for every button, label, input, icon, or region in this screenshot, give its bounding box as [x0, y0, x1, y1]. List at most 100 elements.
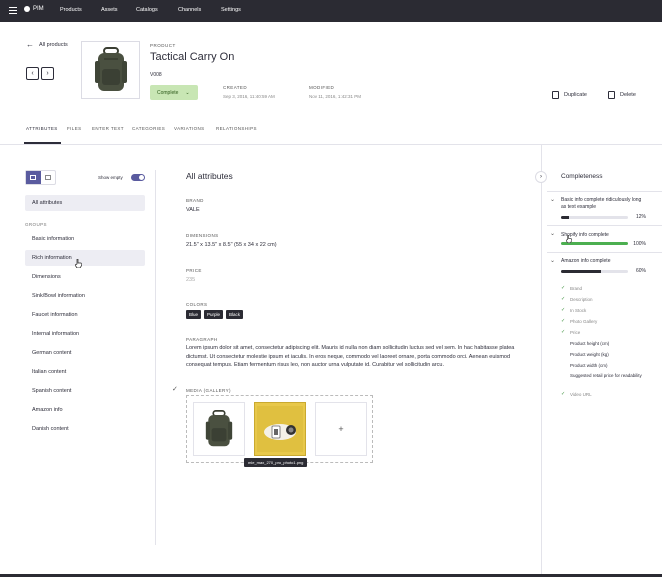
check-icon: ✓: [561, 329, 566, 335]
duplicate-button[interactable]: Duplicate: [552, 91, 587, 99]
colors-chips: Blue Purple Black: [186, 310, 244, 319]
tab-enter-text[interactable]: ENTER TEXT: [92, 126, 124, 131]
color-chip-blue[interactable]: Blue: [186, 310, 202, 319]
group-spanish-content[interactable]: Spanish content: [25, 383, 145, 399]
active-tab-indicator: [24, 142, 61, 144]
grid-view-button[interactable]: [41, 171, 56, 184]
amazon-attribute-item[interactable]: Photo Gallery: [570, 319, 642, 325]
brand-value[interactable]: VALE: [186, 207, 200, 213]
product-thumbnail: [81, 41, 140, 99]
progress-bar-amazon: [561, 270, 628, 273]
group-dimensions[interactable]: Dimensions: [25, 269, 145, 285]
color-chip-purple[interactable]: Purple: [204, 310, 224, 319]
group-basic-information[interactable]: Basic information: [25, 231, 145, 247]
price-label: PRICE: [186, 268, 202, 273]
nav-products[interactable]: Products: [60, 7, 82, 13]
delete-button[interactable]: Delete: [608, 91, 636, 99]
amazon-attribute-item[interactable]: Product width (cm): [570, 363, 642, 369]
amazon-attribute-item[interactable]: Product height (cm): [570, 341, 642, 347]
dimensions-value[interactable]: 21.5" x 13.5" x 8.5" (55 x 34 x 22 cm): [186, 242, 277, 248]
show-empty-toggle[interactable]: [131, 174, 145, 181]
completeness-item-shopify[interactable]: Shopify info complete: [561, 232, 647, 239]
media-gallery-label: MEDIA (GALLERY): [186, 388, 231, 393]
divider: [547, 225, 662, 226]
paragraph-value[interactable]: Lorem ipsum dolor sit amet, consectetur …: [186, 344, 526, 370]
arrow-left-icon: ←: [26, 40, 34, 49]
group-amazon-info[interactable]: Amazon info: [25, 402, 145, 418]
nav-settings[interactable]: Settings: [221, 7, 241, 13]
collapse-panel-button[interactable]: ›: [535, 171, 547, 183]
tab-files[interactable]: FILES: [67, 126, 82, 131]
check-icon: ✓: [561, 285, 566, 291]
completeness-item-basic[interactable]: Basic info complete ridiculously long as…: [561, 197, 647, 210]
group-faucet-information[interactable]: Faucet information: [25, 307, 145, 323]
list-view-button[interactable]: [26, 171, 41, 184]
all-attributes-item[interactable]: All attributes: [25, 195, 145, 211]
chevron-left-icon: ‹: [31, 70, 34, 77]
status-dropdown[interactable]: Complete ⌄: [150, 85, 198, 100]
check-icon: ✓: [561, 307, 566, 313]
media-item-photo[interactable]: [254, 402, 306, 456]
amazon-attribute-item[interactable]: Brand: [570, 286, 642, 292]
delete-label: Delete: [620, 92, 636, 98]
group-italian-content[interactable]: Italian content: [25, 364, 145, 380]
trash-icon: [608, 91, 615, 99]
chevron-down-icon[interactable]: ⌄: [550, 230, 555, 237]
amazon-attribute-item[interactable]: Video URL: [570, 392, 642, 398]
group-rich-information[interactable]: Rich information: [25, 250, 145, 266]
paragraph-label: PARAGRAPH: [186, 337, 218, 342]
nav-channels[interactable]: Channels: [178, 7, 201, 13]
price-value[interactable]: 235: [186, 277, 195, 283]
brand-name: PIM: [33, 6, 44, 12]
tab-attributes[interactable]: ATTRIBUTES: [26, 126, 58, 131]
nav-assets[interactable]: Assets: [101, 7, 118, 13]
group-sink-bowl-information[interactable]: Sink/Bowl information: [25, 288, 145, 304]
group-internal-information[interactable]: Internal information: [25, 326, 145, 342]
percent-basic: 12%: [635, 214, 646, 220]
hand-cursor-icon: [566, 235, 572, 243]
logo-icon: [24, 6, 30, 12]
divider: [547, 252, 662, 253]
chevron-down-icon[interactable]: ⌄: [550, 196, 555, 203]
show-empty-label: Show empty: [98, 175, 123, 180]
check-icon: ✓: [561, 391, 566, 397]
section-title: All attributes: [186, 171, 233, 181]
color-chip-black[interactable]: Black: [226, 310, 244, 319]
product-title: Tactical Carry On: [150, 51, 235, 63]
previous-product-button[interactable]: ‹: [26, 67, 39, 80]
photo-image: [257, 406, 303, 452]
brand-label: BRAND: [186, 198, 204, 203]
next-product-button[interactable]: ›: [41, 67, 54, 80]
tab-categories[interactable]: CATEGORIES: [132, 126, 165, 131]
group-german-content[interactable]: German content: [25, 345, 145, 361]
amazon-attribute-item[interactable]: Product weight (kg): [570, 352, 642, 358]
status-label: Complete: [157, 89, 179, 96]
product-type-label: PRODUCT: [150, 43, 176, 48]
brand-logo[interactable]: PIM: [24, 6, 44, 12]
menu-icon[interactable]: [9, 7, 17, 14]
chevron-down-icon[interactable]: ⌄: [550, 257, 555, 264]
nav-catalogs[interactable]: Catalogs: [136, 7, 158, 13]
amazon-attribute-item[interactable]: Description: [570, 297, 642, 303]
completeness-item-amazon[interactable]: Amazon info complete: [561, 258, 647, 265]
add-media-button[interactable]: +: [315, 402, 367, 456]
back-to-products-link[interactable]: ← All products: [26, 40, 68, 49]
group-danish-content[interactable]: Danish content: [25, 421, 145, 437]
amazon-attribute-item[interactable]: In Stock: [570, 308, 642, 314]
amazon-attribute-item[interactable]: Suggested retail price for readability: [570, 373, 642, 379]
duplicate-icon: [552, 91, 559, 99]
dimensions-label: DIMENSIONS: [186, 233, 219, 238]
groups-heading: GROUPS: [25, 222, 47, 227]
chevron-right-icon: ›: [46, 70, 49, 77]
check-icon: ✓: [561, 318, 566, 324]
tab-variations[interactable]: VARIATIONS: [174, 126, 205, 131]
created-label: CREATED: [223, 85, 247, 90]
backpack-image: [94, 47, 127, 91]
percent-amazon: 60%: [635, 268, 646, 274]
media-gallery: +: [186, 395, 373, 463]
progress-bar-basic: [561, 216, 628, 219]
tab-relationships[interactable]: RELATIONSHIPS: [216, 126, 257, 131]
sidebar-divider: [155, 170, 156, 545]
amazon-attribute-item[interactable]: Price: [570, 330, 642, 336]
media-item-backpack[interactable]: [193, 402, 245, 456]
